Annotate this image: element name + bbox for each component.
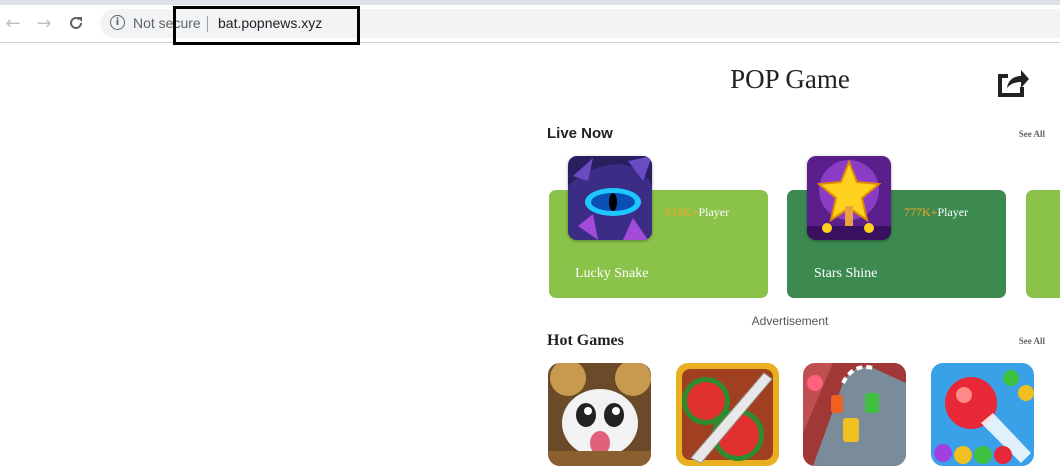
forward-arrow-icon[interactable]: → — [34, 13, 54, 34]
info-icon[interactable]: i — [110, 15, 125, 30]
hot-games-heading: Hot Games — [547, 332, 624, 349]
share-icon[interactable] — [995, 66, 1029, 98]
hot-game-racing-tile[interactable] — [803, 363, 906, 466]
stars-shine-thumbnail[interactable] — [807, 156, 891, 240]
lucky-snake-name: Lucky Snake — [575, 266, 649, 281]
hot-game-fruit-slice-tile[interactable] — [676, 363, 779, 466]
lucky-snake-thumbnail[interactable] — [568, 156, 652, 240]
stars-shine-player-count: 777K+Player — [904, 205, 969, 219]
live-card-partial[interactable] — [1026, 190, 1060, 298]
hot-game-bubble-shooter-tile[interactable] — [931, 363, 1034, 466]
reload-icon[interactable] — [66, 13, 86, 33]
browser-toolbar: ← → i Not secure bat.popnews.xyz — [0, 5, 1060, 43]
live-now-see-all-link[interactable]: See All — [1005, 129, 1045, 139]
live-now-heading: Live Now — [547, 125, 613, 142]
advertisement-label: Advertisement — [751, 314, 829, 328]
hot-games-see-all-link[interactable]: See All — [1005, 336, 1045, 346]
lucky-snake-player-count: 813K+Player — [665, 205, 730, 219]
back-arrow-icon[interactable]: ← — [3, 13, 23, 34]
highlight-box — [173, 6, 360, 45]
page-title: POP Game — [730, 64, 850, 94]
stars-shine-name: Stars Shine — [814, 266, 878, 281]
hot-game-poro-tile[interactable] — [548, 363, 651, 466]
